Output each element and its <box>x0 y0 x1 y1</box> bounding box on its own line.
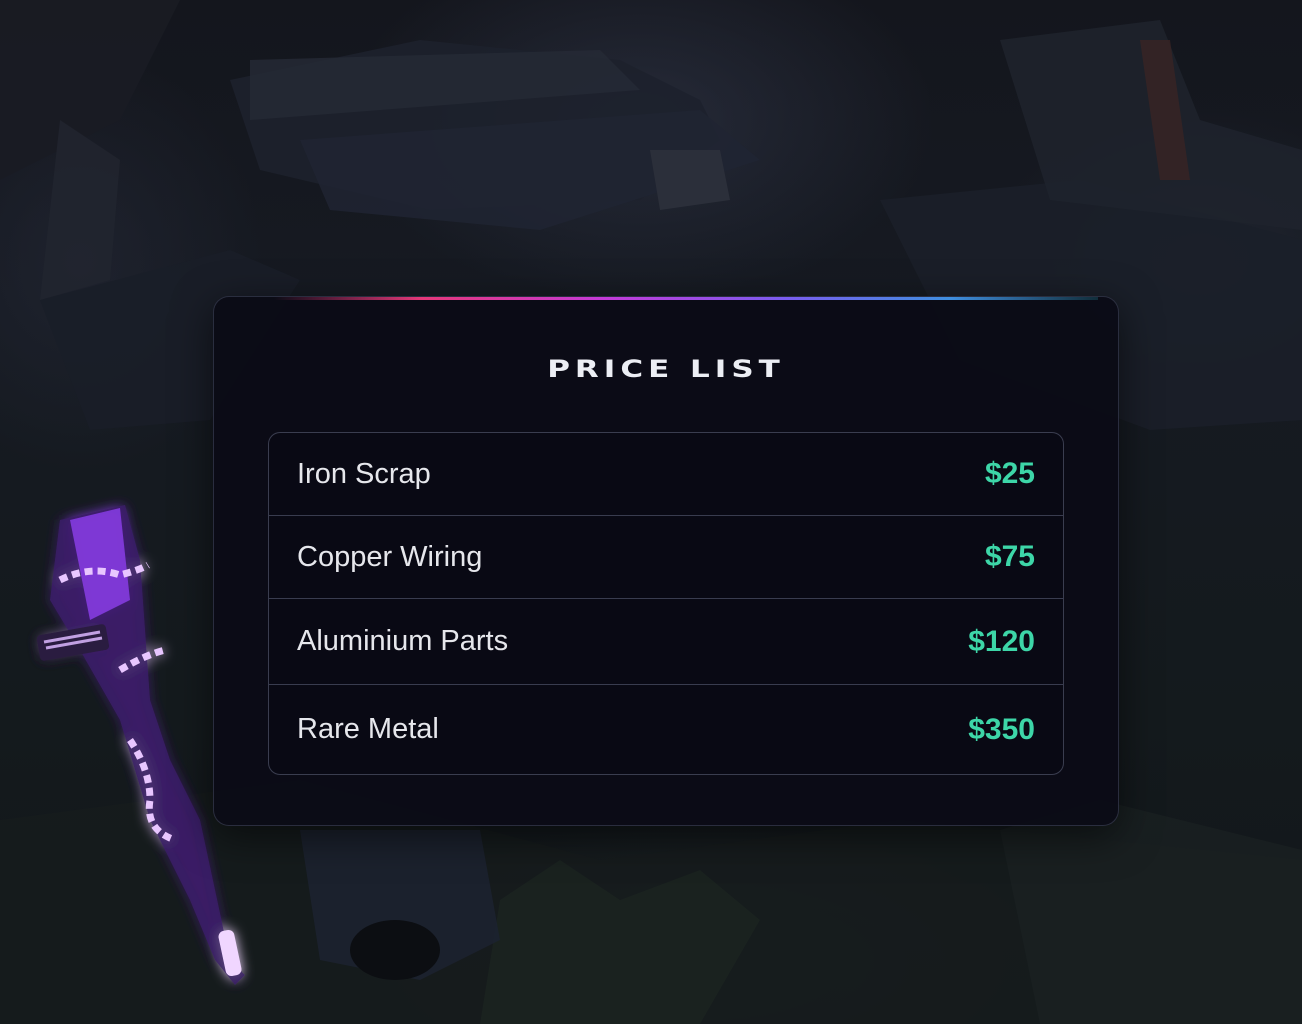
item-price: $25 <box>984 457 1035 490</box>
item-name: Iron Scrap <box>297 457 431 490</box>
table-row: Aluminium Parts $120 <box>269 599 1063 685</box>
item-name: Rare Metal <box>297 713 439 745</box>
table-row: Copper Wiring $75 <box>269 516 1063 599</box>
item-price: $120 <box>968 624 1035 658</box>
item-name: Aluminium Parts <box>297 625 509 657</box>
panel-accent-bar <box>274 297 1098 300</box>
item-price: $350 <box>968 712 1035 746</box>
panel-title: PRICE LIST <box>547 355 785 384</box>
price-table: Iron Scrap $25 Copper Wiring $75 Alumini… <box>268 432 1064 775</box>
table-row: Iron Scrap $25 <box>269 433 1063 516</box>
price-list-panel: PRICE LIST Iron Scrap $25 Copper Wiring … <box>213 296 1119 826</box>
table-row: Rare Metal $350 <box>269 685 1063 774</box>
item-name: Copper Wiring <box>297 540 483 573</box>
item-price: $75 <box>984 540 1035 573</box>
